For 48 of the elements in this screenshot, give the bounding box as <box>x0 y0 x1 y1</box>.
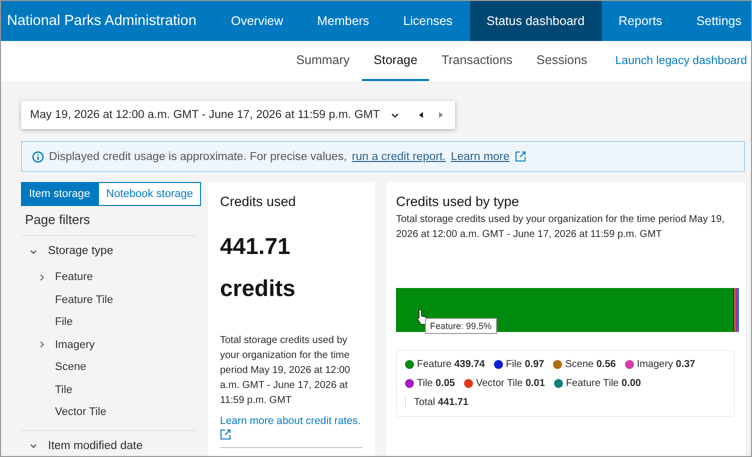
card-title: Credits used <box>220 194 297 209</box>
date-range-picker[interactable]: May 19, 2026 at 12:00 a.m. GMT - June 17, 2026 at 11:59 p.m. GMT <box>21 101 455 129</box>
legend-label: Vector Tile 0.01 <box>476 378 545 389</box>
filter-item[interactable]: Scene <box>21 356 197 378</box>
chart-description: Total storage credits used by your organization for the time period May 19, 2026 at 12:00 a.m. GMT - June 17, 2026 at 11:59 p.m. GMT <box>396 213 726 242</box>
filter-item[interactable]: Feature <box>21 266 197 288</box>
legacy-link[interactable]: Launch legacy dashboard <box>599 41 747 81</box>
tooltip: Feature: 99.5% <box>425 318 497 334</box>
external-link-icon[interactable] <box>514 151 526 162</box>
notice-text: Displayed credit usage is approximate. For precise values, <box>49 150 347 162</box>
filter-item[interactable]: Imagery <box>21 334 197 356</box>
learn-more-link[interactable]: Learn more <box>450 150 510 162</box>
legend-label: Tile 0.05 <box>417 378 455 389</box>
bar-segment[interactable] <box>396 288 734 332</box>
nav-tab[interactable]: Status dashboard <box>470 1 602 41</box>
credits-value: 441.71 <box>220 232 292 261</box>
sub-tab[interactable]: Storage <box>362 41 430 81</box>
sub-tab[interactable]: Sessions <box>524 41 600 81</box>
filter-group[interactable]: Storage type <box>21 236 197 266</box>
nav-tab[interactable]: Members <box>300 1 386 41</box>
credit-report-link[interactable]: run a credit report. <box>352 150 446 162</box>
nav-tab[interactable]: Settings <box>679 1 746 41</box>
legend-label: File 0.97 <box>506 359 544 370</box>
filter-item[interactable]: Feature Tile <box>21 288 197 311</box>
storage-tab[interactable]: Notebook storage <box>98 182 201 206</box>
legend-label: Imagery 0.37 <box>636 359 696 370</box>
storage-tab[interactable]: Item storage <box>21 182 98 206</box>
nav-tab[interactable]: Overview <box>209 1 300 41</box>
filter-item[interactable]: Tile <box>21 378 197 401</box>
legend-label: Scene 0.56 <box>565 359 616 370</box>
sub-tab[interactable]: Summary <box>284 41 362 81</box>
app-title: National Parks Administration <box>6 12 198 31</box>
legend-label: Feature Tile 0.00 <box>566 378 641 389</box>
filter-item[interactable]: Vector Tile <box>21 401 197 424</box>
legend-total: Total 441.71 <box>405 397 726 408</box>
card-title: Credits used by type <box>396 194 520 209</box>
credit-rates-link[interactable]: Learn more about credit rates. <box>220 415 361 427</box>
nav-tab[interactable]: Reports <box>602 1 680 41</box>
filter-group[interactable]: Item modified date <box>21 430 197 456</box>
filters-title: Page filters <box>21 206 197 236</box>
credits-description: Total storage credits used by your organization for the time period May 19, 2026 at 12:00 a.m. GMT - June 17, 2026 at 11:59 p.m. GMT <box>220 334 352 408</box>
nav-tab[interactable]: Licenses <box>386 1 470 41</box>
filter-item[interactable]: File <box>21 311 197 334</box>
credits-unit: credits <box>220 274 296 303</box>
info-icon <box>32 150 44 162</box>
external-link-icon[interactable] <box>220 429 231 440</box>
sub-tab[interactable]: Transactions <box>429 41 525 81</box>
legend-label: Feature 439.74 <box>417 359 485 370</box>
